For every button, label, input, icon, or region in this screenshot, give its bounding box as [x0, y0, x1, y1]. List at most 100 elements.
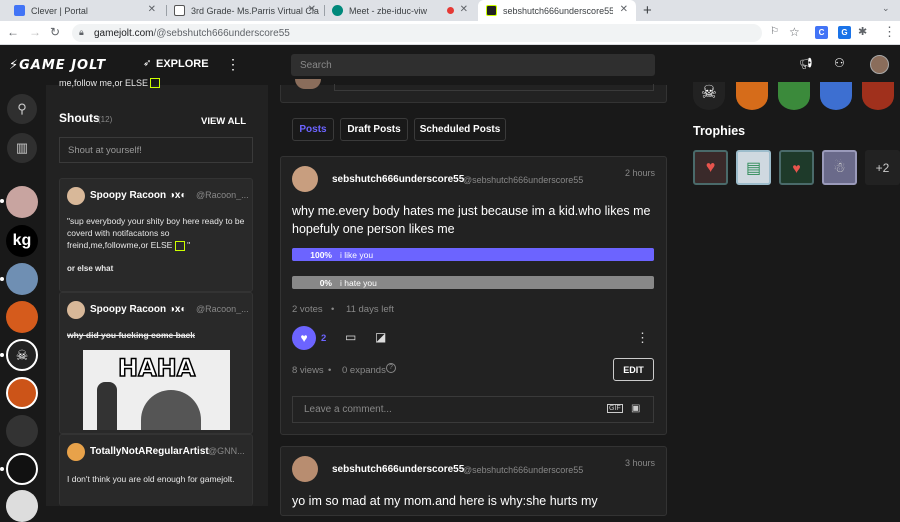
- new-tab-button[interactable]: +: [643, 2, 652, 19]
- url-host: gamejolt.com: [94, 27, 154, 39]
- post-author-handle[interactable]: @sebshutch666underscore55: [463, 175, 583, 185]
- help-icon[interactable]: ?: [386, 363, 396, 373]
- shout-handle[interactable]: @Racoon_...: [196, 304, 251, 314]
- avatar: [295, 79, 321, 89]
- close-tab-icon[interactable]: ✕: [620, 4, 628, 15]
- url-path: /@sebshutch666underscore55: [153, 27, 290, 39]
- meme-caption: HAHA: [117, 353, 196, 383]
- shout-author[interactable]: Spoopy Racoon ◑x◐: [90, 190, 187, 201]
- browser-tab-gamejolt[interactable]: sebshutch666underscore55 (@s ✕: [478, 0, 636, 21]
- trophy-heart-green[interactable]: ♥: [779, 150, 814, 185]
- meme-face: [141, 390, 201, 430]
- url-input[interactable]: 🔒︎ gamejolt.com/@sebshutch666underscore5…: [72, 24, 762, 42]
- community-avatar[interactable]: [6, 453, 38, 485]
- trophy-purple[interactable]: ☃: [822, 150, 857, 185]
- post-options-icon[interactable]: ⋮: [636, 330, 649, 346]
- tab-title: 3rd Grade- Ms.Parris Virtual Cla: [191, 5, 319, 16]
- gif-button[interactable]: GIF: [607, 404, 623, 413]
- library-icon[interactable]: ▥: [7, 133, 37, 163]
- previous-card-bottom: [280, 79, 667, 103]
- post-time[interactable]: 3 hours: [625, 458, 655, 468]
- followed-avatar[interactable]: [778, 82, 810, 110]
- close-tab-icon[interactable]: ✕: [148, 4, 156, 15]
- followed-avatar[interactable]: [736, 82, 768, 110]
- community-avatar[interactable]: [6, 301, 38, 333]
- bookmark-star-icon[interactable]: ☆: [789, 25, 800, 39]
- trophy-shop[interactable]: ▤: [736, 150, 771, 185]
- shout-author[interactable]: Spoopy Racoon ◑x◐: [90, 304, 187, 315]
- translate-icon[interactable]: ⚐: [770, 26, 779, 37]
- clever-extension-icon[interactable]: C: [815, 26, 828, 39]
- image-upload-icon[interactable]: ▣: [631, 403, 640, 414]
- avatar[interactable]: [67, 443, 85, 461]
- poll-percent: 100%: [310, 249, 332, 260]
- community-avatar[interactable]: kg: [6, 225, 38, 257]
- poll-option[interactable]: 100% i like you: [292, 248, 654, 261]
- community-avatar[interactable]: [6, 186, 38, 218]
- tab-draft-posts[interactable]: Draft Posts: [340, 118, 408, 141]
- shout-input[interactable]: Shout at yourself!: [59, 137, 253, 163]
- shouts-title: Shouts: [59, 111, 100, 125]
- browser-tab-classroom[interactable]: 3rd Grade- Ms.Parris Virtual Cla ✕: [166, 0, 324, 21]
- puzzle-extensions-icon[interactable]: ✱: [858, 25, 867, 38]
- browser-tab-meet[interactable]: Meet - zbe-iduc-viw ✕: [324, 0, 476, 21]
- shout-handle[interactable]: @GNN...: [208, 446, 248, 456]
- broadcast-icon[interactable]: 📢︎: [799, 57, 813, 70]
- community-avatar[interactable]: [6, 377, 38, 409]
- like-count[interactable]: 2: [321, 333, 326, 344]
- more-menu-icon[interactable]: ⋮: [226, 56, 240, 73]
- unread-dot-icon: [0, 199, 4, 203]
- forward-icon[interactable]: →: [28, 25, 42, 39]
- avatar[interactable]: [67, 301, 85, 319]
- post-author-name[interactable]: sebshutch666underscore55: [332, 174, 464, 185]
- shout-text: "sup everybody your shity boy here ready…: [67, 216, 245, 251]
- community-avatar[interactable]: [6, 490, 38, 522]
- chrome-menu-icon[interactable]: ⋮: [883, 24, 896, 40]
- explore-link[interactable]: EXPLORE: [156, 58, 209, 70]
- user-avatar[interactable]: [870, 55, 889, 74]
- community-avatar[interactable]: ☠: [6, 339, 38, 371]
- followed-avatar[interactable]: [820, 82, 852, 110]
- notifications-icon[interactable]: ⚲: [7, 94, 37, 124]
- tab-scheduled-posts[interactable]: Scheduled Posts: [414, 118, 506, 141]
- gamejolt-logo[interactable]: ⚡GAME JOLT: [9, 58, 106, 73]
- followed-avatar[interactable]: ☠: [693, 82, 725, 110]
- like-button[interactable]: ♥: [292, 326, 316, 350]
- shout-handle[interactable]: @Racoon_...: [196, 190, 251, 200]
- poll-option[interactable]: 0% i hate you: [292, 276, 654, 289]
- post-views: 8 views: [292, 365, 324, 376]
- shop-icon: ▤: [745, 159, 762, 177]
- friends-icon[interactable]: ⚇: [834, 56, 845, 70]
- sticker-icon[interactable]: ◪: [375, 330, 386, 344]
- post-author-handle[interactable]: @sebshutch666underscore55: [463, 465, 583, 475]
- post-author-avatar[interactable]: [292, 166, 318, 192]
- previous-shout-snippet: me,follow me,or ELSE: [59, 78, 161, 88]
- tab-posts[interactable]: Posts: [292, 118, 334, 141]
- unread-dot-icon: [0, 353, 4, 357]
- close-tab-icon[interactable]: ✕: [460, 4, 468, 15]
- comment-input[interactable]: Leave a comment...: [292, 396, 654, 423]
- trophies-more[interactable]: +2: [865, 150, 900, 185]
- post-author-avatar[interactable]: [292, 456, 318, 482]
- previous-input: [334, 84, 654, 91]
- community-avatar[interactable]: [6, 263, 38, 295]
- close-tab-icon[interactable]: ✕: [308, 4, 316, 15]
- avatar[interactable]: [67, 187, 85, 205]
- post-time[interactable]: 2 hours: [625, 168, 655, 178]
- trophy-heart[interactable]: ♥: [693, 150, 728, 185]
- browser-tab-clever[interactable]: Clever | Portal ✕: [6, 0, 164, 21]
- community-avatar[interactable]: [6, 415, 38, 447]
- view-all-link[interactable]: VIEW ALL: [201, 116, 246, 127]
- tab-search-icon[interactable]: ⌄: [882, 3, 890, 14]
- reload-icon[interactable]: ↻: [48, 25, 62, 39]
- followed-avatar[interactable]: [862, 82, 894, 110]
- extension-icon[interactable]: G: [838, 26, 851, 39]
- poll-label: i like you: [340, 249, 374, 260]
- comment-icon[interactable]: ▭: [345, 330, 356, 344]
- post-author-name[interactable]: sebshutch666underscore55: [332, 464, 464, 475]
- back-icon[interactable]: ←: [6, 25, 20, 39]
- shout-author[interactable]: TotallyNotARegularArtist: [90, 446, 209, 457]
- edit-button[interactable]: EDIT: [613, 358, 654, 381]
- haha-meme-image[interactable]: HAHA: [83, 350, 230, 430]
- search-input[interactable]: Search: [291, 54, 655, 76]
